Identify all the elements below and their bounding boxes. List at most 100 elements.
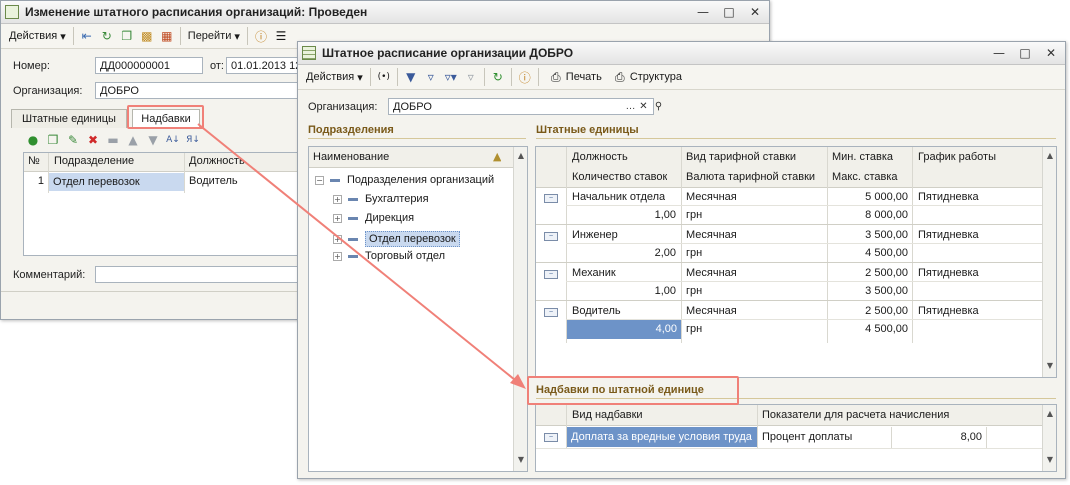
move-up-icon[interactable]: ▲: [125, 132, 141, 148]
allowances-header-indicators[interactable]: Показатели для расчета начисления: [762, 409, 949, 421]
fill-doc-icon[interactable]: ▩: [139, 28, 155, 44]
collapse-icon[interactable]: −: [315, 175, 324, 185]
copy-icon[interactable]: ❐: [45, 132, 61, 148]
back-actions-menu[interactable]: Действия ▾: [5, 26, 70, 46]
help-icon[interactable]: ⓘ: [253, 28, 269, 44]
back-goto-menu[interactable]: Перейти ▾: [184, 26, 244, 46]
expand-icon[interactable]: +: [333, 194, 342, 204]
units-row-schedule: Пятидневка: [918, 191, 979, 203]
front-org-field[interactable]: ДОБРО: [388, 98, 654, 115]
search-icon[interactable]: ⚲: [652, 99, 665, 114]
sort-asc-icon[interactable]: A↓: [165, 132, 181, 148]
structure-doc-icon[interactable]: ▦: [159, 28, 175, 44]
scroll-up-icon[interactable]: ▲: [1043, 407, 1056, 421]
document-icon: [5, 5, 19, 19]
units-row-max: 3 500,00: [865, 285, 908, 297]
end-edit-icon[interactable]: ▬: [105, 132, 121, 148]
help-icon[interactable]: ⓘ: [517, 69, 533, 85]
list-icon[interactable]: ☰: [273, 28, 289, 44]
maximize-icon[interactable]: □: [1017, 45, 1033, 61]
scroll-down-icon[interactable]: ▼: [1043, 453, 1056, 467]
filter-list-icon[interactable]: ▿▾: [443, 69, 459, 85]
folder-dash-icon: [348, 197, 358, 201]
tree-item-sales[interactable]: + Торговый отдел: [333, 250, 445, 262]
sort-desc-icon[interactable]: Я↓: [185, 132, 201, 148]
back-grid-header-division[interactable]: Подразделение: [54, 155, 134, 167]
allowances-scrollbar[interactable]: ▲ ▼: [1042, 405, 1056, 471]
clear-x-icon[interactable]: ✕: [637, 99, 650, 114]
tab-staff-units[interactable]: Штатные единицы: [11, 109, 127, 128]
scroll-up-icon[interactable]: ▲: [1043, 149, 1056, 163]
units-scrollbar[interactable]: ▲ ▼: [1042, 147, 1056, 377]
units-row-position: Водитель: [572, 305, 621, 317]
filter-clear-icon[interactable]: ▿: [463, 69, 479, 85]
units-header-currency[interactable]: Валюта тарифной ставки: [686, 171, 815, 183]
divisions-title-line: [308, 138, 526, 139]
close-icon[interactable]: ✕: [747, 4, 763, 20]
divisions-scrollbar[interactable]: ▲ ▼: [513, 147, 527, 471]
close-icon[interactable]: ✕: [1043, 45, 1059, 61]
sort-icon[interactable]: ▲: [493, 150, 501, 163]
edit-icon[interactable]: ✎: [65, 132, 81, 148]
allowances-header-type[interactable]: Вид надбавки: [572, 409, 643, 421]
units-grid: Должность Количество ставок Вид тарифной…: [535, 146, 1057, 378]
copy-doc-icon[interactable]: ❐: [119, 28, 135, 44]
delete-icon[interactable]: ✖: [85, 132, 101, 148]
units-header-position[interactable]: Должность: [572, 151, 628, 163]
units-header-rate-type[interactable]: Вид тарифной ставки: [686, 151, 796, 163]
back-actions-label: Действия: [9, 30, 58, 42]
tree-item-label: Отдел перевозок: [365, 231, 460, 247]
refresh-doc-icon[interactable]: ↻: [99, 28, 115, 44]
units-row-max: 8 000,00: [865, 209, 908, 221]
tree-item-accounting[interactable]: + Бухгалтерия: [333, 193, 429, 205]
org-field[interactable]: ДОБРО: [95, 82, 315, 99]
tree-root[interactable]: − Подразделения организаций: [315, 174, 494, 186]
select-dots-icon[interactable]: …: [624, 99, 637, 114]
back-grid-row-num: 1: [37, 175, 44, 187]
front-window-titlebar[interactable]: Штатное расписание организации ДОБРО — □…: [298, 42, 1065, 65]
front-actions-menu[interactable]: Действия ▾: [302, 67, 367, 87]
back-grid-row[interactable]: 1 Отдел перевозок Водитель: [24, 173, 314, 191]
number-field[interactable]: ДД000000001: [95, 57, 203, 74]
units-row[interactable]: ~ Инженер 2,00 Месячная грн 3 500,00 4 5…: [536, 225, 1042, 263]
post-icon[interactable]: ⇤: [79, 28, 95, 44]
history-icon[interactable]: (•): [376, 69, 392, 85]
back-grid-header-num[interactable]: №: [28, 155, 40, 167]
allowances-row[interactable]: ~ Доплата за вредные условия труда Проце…: [536, 427, 1042, 449]
tree-item-directorate[interactable]: + Дирекция: [333, 212, 414, 224]
move-down-icon[interactable]: ▼: [145, 132, 161, 148]
divisions-header-name[interactable]: Наименование: [313, 151, 389, 163]
units-row-position: Механик: [572, 267, 616, 279]
maximize-icon[interactable]: □: [721, 4, 737, 20]
number-label: Номер:: [13, 60, 50, 72]
filter-set-icon[interactable]: ▼: [403, 69, 419, 85]
scroll-down-icon[interactable]: ▼: [1043, 359, 1056, 373]
units-header-min[interactable]: Мин. ставка: [832, 151, 893, 163]
scroll-up-icon[interactable]: ▲: [514, 149, 527, 163]
back-window-title: Изменение штатного расписания организаци…: [25, 5, 368, 19]
add-icon[interactable]: ●: [25, 132, 41, 148]
filter-icon[interactable]: ▿: [423, 69, 439, 85]
tree-item-transport[interactable]: + Отдел перевозок: [333, 231, 460, 247]
minimize-icon[interactable]: —: [695, 4, 711, 20]
print-button[interactable]: ⎙ Печать: [542, 67, 606, 87]
minimize-icon[interactable]: —: [991, 45, 1007, 61]
row-separator: [536, 448, 1042, 449]
structure-button[interactable]: ⎙ Структура: [606, 67, 686, 87]
expand-icon[interactable]: +: [333, 234, 342, 244]
units-row[interactable]: ~ Механик 1,00 Месячная грн 2 500,00 3 5…: [536, 263, 1042, 301]
staff-unit-icon: ~: [544, 194, 558, 203]
units-row[interactable]: ~ Начальник отдела 1,00 Месячная грн 5 0…: [536, 187, 1042, 225]
comment-field[interactable]: [95, 266, 315, 283]
front-window-title: Штатное расписание организации ДОБРО: [322, 46, 574, 60]
back-window-titlebar[interactable]: Изменение штатного расписания организаци…: [1, 1, 769, 24]
scroll-down-icon[interactable]: ▼: [514, 453, 527, 467]
units-header-schedule[interactable]: График работы: [918, 151, 996, 163]
refresh-icon[interactable]: ↻: [490, 69, 506, 85]
expand-icon[interactable]: +: [333, 213, 342, 223]
units-row[interactable]: ~ Водитель 4,00 Месячная грн 2 500,00 4 …: [536, 301, 1042, 339]
units-header-max[interactable]: Макс. ставка: [832, 171, 898, 183]
units-header-count[interactable]: Количество ставок: [572, 171, 667, 183]
back-grid-header-position[interactable]: Должность: [189, 155, 245, 167]
expand-icon[interactable]: +: [333, 251, 342, 261]
